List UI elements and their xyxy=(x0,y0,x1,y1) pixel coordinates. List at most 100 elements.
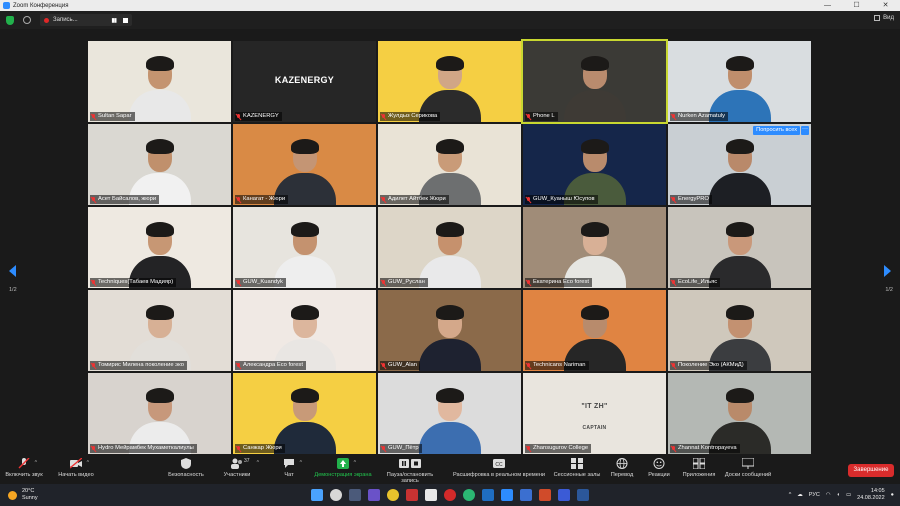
previous-page-arrow-icon[interactable] xyxy=(9,265,17,277)
translate-button[interactable]: Перевод xyxy=(608,458,636,478)
participant-name-tag: EcoLife_Ильяс xyxy=(670,278,721,287)
live-transcript-button[interactable]: CC Расшифровка в реальном времени xyxy=(450,458,548,478)
recording-indicator: Запись... ▮▮ xyxy=(40,14,132,26)
unmute-button[interactable]: ^ Включить звук xyxy=(4,457,44,478)
participant-tile[interactable]: Sultan Sapar xyxy=(88,41,231,122)
clock[interactable]: 14:05 24.08.2022 xyxy=(857,488,885,502)
end-meeting-button[interactable]: Завершение xyxy=(848,464,894,477)
participant-tile[interactable]: Санжар Жюри xyxy=(233,373,376,454)
participant-tile[interactable]: Канагат - Жюри xyxy=(233,124,376,205)
mic-muted-icon xyxy=(526,279,531,286)
unmute-label: Включить звук xyxy=(5,472,43,478)
minimize-button[interactable]: — xyxy=(813,0,842,11)
participant-name: Technicans Nariman xyxy=(533,362,586,368)
participant-name: Александра Eco forest xyxy=(243,362,303,368)
notification-icon[interactable]: ● xyxy=(891,492,894,498)
microphone-muted-icon: ^ xyxy=(18,457,37,469)
participant-tile[interactable]: GUW_Kuandyk xyxy=(233,207,376,288)
participant-tile[interactable]: Адилет Айтбек Жюри xyxy=(378,124,521,205)
notepad-icon[interactable] xyxy=(425,489,437,501)
windows-start-icon[interactable] xyxy=(311,489,323,501)
breakout-rooms-button[interactable]: Сессионные залы xyxy=(552,458,602,478)
view-button[interactable]: Вид xyxy=(874,15,894,21)
weather-widget[interactable]: 20°C Sunny xyxy=(8,488,38,502)
chat-button[interactable]: ^ Чат xyxy=(279,458,302,478)
start-video-button[interactable]: ^ Начать видео xyxy=(54,457,98,478)
security-shield-icon[interactable] xyxy=(6,15,14,25)
participant-name-tag: GUW_Alan xyxy=(380,361,420,370)
outlook-icon[interactable] xyxy=(482,489,494,501)
battery-icon[interactable]: ▭ xyxy=(846,492,851,498)
security-button[interactable]: Безопасность xyxy=(165,458,207,478)
participant-tile[interactable]: GUW_Куаныш Юсупов xyxy=(523,124,666,205)
participant-tile[interactable]: Жулдыз Серикова xyxy=(378,41,521,122)
window-title: Zoom Конференция xyxy=(13,2,69,9)
search-icon[interactable] xyxy=(330,489,342,501)
more-options-button[interactable]: ··· xyxy=(801,126,809,135)
participant-tile[interactable]: Technicans Nariman xyxy=(523,290,666,371)
close-button[interactable]: ✕ xyxy=(871,0,900,11)
tile-display-text: KAZENERGY xyxy=(274,75,335,85)
participant-tile[interactable]: GUW_Пётр xyxy=(378,373,521,454)
tray-chevron-icon[interactable]: ^ xyxy=(789,492,792,498)
participant-name-tag: GUW_Kuandyk xyxy=(235,278,286,287)
participant-tile[interactable]: Hydro Мейрамбек Мухаметкалиулы xyxy=(88,373,231,454)
task-view-icon[interactable] xyxy=(349,489,361,501)
volume-icon[interactable]: ◖ xyxy=(837,492,840,498)
participant-tile[interactable]: GUW_Руслан xyxy=(378,207,521,288)
participant-tile[interactable]: "IT ZH" CAPTAIN Zhansugurov College xyxy=(523,373,666,454)
participant-tile[interactable]: EcoLife_Ильяс xyxy=(668,207,811,288)
participant-tile[interactable]: Zhannat Kontropayeva xyxy=(668,373,811,454)
maximize-button[interactable]: ☐ xyxy=(842,0,871,11)
edge-icon[interactable] xyxy=(463,489,475,501)
participant-name-tag: Канагат - Жюри xyxy=(235,195,289,204)
acrobat-icon[interactable] xyxy=(406,489,418,501)
participant-silhouette xyxy=(708,135,771,205)
chevron-up-icon[interactable]: ^ xyxy=(35,460,37,466)
mic-muted-icon xyxy=(91,113,96,120)
participant-tile[interactable]: Александра Eco forest xyxy=(233,290,376,371)
word-icon[interactable] xyxy=(577,489,589,501)
view-label: Вид xyxy=(883,15,894,21)
meeting-info-icon[interactable] xyxy=(23,16,31,24)
participant-tile[interactable]: Phone L xyxy=(521,39,668,124)
stop-recording-icon[interactable] xyxy=(123,17,128,23)
participant-tile[interactable]: Асет Байсалов, жюри xyxy=(88,124,231,205)
onedrive-icon[interactable]: ☁ xyxy=(797,492,803,498)
chrome-icon[interactable] xyxy=(387,489,399,501)
system-tray: ^ ☁ РУС ◠ ◖ ▭ 14:05 24.08.2022 ● xyxy=(789,488,894,502)
participant-tile[interactable]: GUW_Alan xyxy=(378,290,521,371)
participant-tile[interactable]: Екатерина Eco forest xyxy=(523,207,666,288)
opera-icon[interactable] xyxy=(444,489,456,501)
pause-stop-recording-button[interactable]: Пауза/остановить запись xyxy=(378,458,442,484)
teams-chat-icon[interactable] xyxy=(368,489,380,501)
participant-tile[interactable]: Techniques(Табаев Мадияр) xyxy=(88,207,231,288)
ask-all-button[interactable]: Попросить всех xyxy=(753,126,800,135)
participant-tile[interactable]: Поколение Эко (АКМиД) xyxy=(668,290,811,371)
chevron-up-icon[interactable]: ^ xyxy=(300,460,302,466)
apps-button[interactable]: Приложения xyxy=(680,457,718,478)
zoom-icon[interactable] xyxy=(501,489,513,501)
chevron-up-icon[interactable]: ^ xyxy=(87,460,89,466)
participant-tile[interactable]: KAZENERGY KAZENERGY xyxy=(233,41,376,122)
chevron-up-icon[interactable]: ^ xyxy=(354,460,356,466)
chevron-up-icon[interactable]: ^ xyxy=(257,460,259,466)
powerpoint-icon[interactable] xyxy=(539,489,551,501)
whiteboard-button[interactable]: Доски сообщений xyxy=(722,457,774,478)
share-screen-button[interactable]: ^ Демонстрация экрана xyxy=(312,458,374,478)
wifi-icon[interactable]: ◠ xyxy=(826,492,831,498)
reactions-button[interactable]: Реакции xyxy=(645,458,673,478)
tile-display-subtext: CAPTAIN xyxy=(582,425,607,431)
pause-recording-icon[interactable]: ▮▮ xyxy=(111,17,117,24)
participant-tile[interactable]: Попросить всех ··· EnergyPRO xyxy=(668,124,811,205)
next-page-arrow-icon[interactable] xyxy=(883,265,891,277)
participant-tile[interactable]: Nurken Azamatuly xyxy=(668,41,811,122)
language-indicator[interactable]: РУС xyxy=(809,492,820,498)
participant-tile[interactable]: Томирис Милена поколение эко xyxy=(88,290,231,371)
globe-icon xyxy=(616,458,628,469)
participant-video xyxy=(523,373,666,454)
mail-icon[interactable] xyxy=(520,489,532,501)
telegram-icon[interactable] xyxy=(558,489,570,501)
participants-button[interactable]: 37 ^ Участники xyxy=(220,458,259,478)
mic-muted-icon xyxy=(671,279,676,286)
